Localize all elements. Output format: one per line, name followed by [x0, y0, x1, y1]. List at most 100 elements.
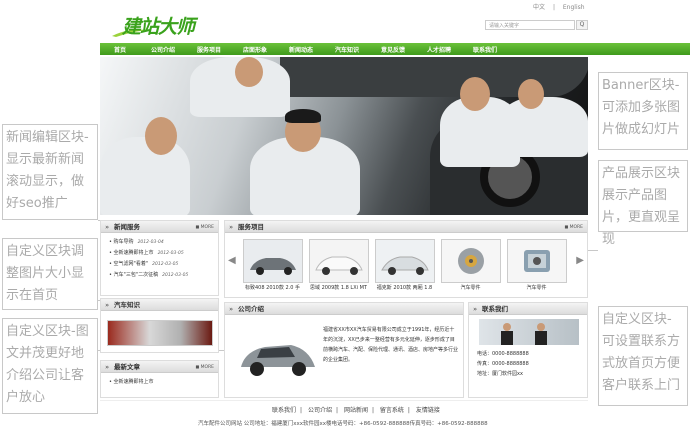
annotation-product: 产品展示区块展示产品图片，更直观呈现 [598, 160, 688, 247]
car-knowledge-panel: 汽车知识 [100, 298, 219, 353]
lang-cn-link[interactable]: 中文 [533, 4, 545, 11]
product-item[interactable]: 汽车零件 [437, 239, 504, 291]
footer-sep: | [335, 407, 339, 414]
carousel-left-arrow-icon[interactable]: ◀ [228, 255, 236, 266]
banner-worker-1-head [145, 117, 177, 155]
search-icon: Q [579, 21, 585, 28]
banner-worker-5 [500, 97, 588, 157]
product-label[interactable]: 思域 2009款 1.8 LXi MT [305, 284, 372, 291]
nav-item-home[interactable]: 首页 [100, 45, 140, 54]
service-items-title: 服务项目 MORE [225, 221, 587, 233]
annotation-connector [588, 250, 598, 251]
news-service-title: 新闻服务 MORE [101, 221, 218, 233]
news-list: 购车导购2012-03-04 全新速腾即将上市2012-03-05 空气滤网"看… [101, 237, 218, 281]
product-item[interactable]: 福克斯 2010款 两厢 1.8 [371, 239, 438, 291]
news-service-title-text: 新闻服务 [114, 223, 140, 231]
service-items-panel: 服务项目 MORE ◀ ▶ 标致408 2010款 2.0 手 思域 2009款… [224, 220, 588, 298]
nav-item-about[interactable]: 公司介绍 [140, 45, 186, 54]
nav-item-services[interactable]: 服务项目 [186, 45, 232, 54]
site-logo[interactable]: 建站大师 [110, 10, 220, 40]
banner-worker-5-head [518, 79, 544, 109]
latest-articles-title: 最新文章 MORE [101, 361, 218, 373]
banner-slideshow[interactable] [100, 57, 588, 215]
nav-item-contact[interactable]: 联系我们 [462, 45, 508, 54]
list-item[interactable]: 汽车"三包"二次征稿2012-03-05 [109, 270, 218, 281]
product-image[interactable] [506, 239, 567, 283]
product-item[interactable]: 汽车零件 [503, 239, 570, 291]
footer-link-about[interactable]: 公司介绍 [308, 407, 332, 414]
car-icon [243, 240, 302, 282]
news-item-text: 购车导购 [113, 239, 134, 245]
services-more-link[interactable]: MORE [565, 221, 583, 234]
banner-worker-1 [100, 137, 190, 215]
logo-text: 建站大师 [122, 16, 195, 38]
product-label[interactable]: 标致408 2010款 2.0 手 [239, 284, 306, 291]
contact-us-title: 联系我们 [469, 303, 587, 315]
articles-more-link[interactable]: MORE [196, 361, 214, 374]
company-intro-title: 公司介绍 [225, 303, 463, 315]
annotation-custom-image: 自定义区块调整图片大小显示在首页 [2, 238, 98, 310]
footer-divider [100, 400, 588, 401]
product-image[interactable] [374, 239, 435, 283]
news-item-text: 全新速腾即将上市 [113, 250, 154, 256]
footer-sep: | [371, 407, 374, 414]
nav-item-feedback[interactable]: 意见反馈 [370, 45, 416, 54]
footer-link-news[interactable]: 网站新闻 [344, 407, 368, 414]
car-part-icon [507, 240, 566, 282]
contact-address: 地址：厦门软件园xx [477, 371, 523, 377]
nav-item-store[interactable]: 店面形象 [232, 45, 278, 54]
footer-link-contact[interactable]: 联系我们 [272, 407, 296, 414]
articles-list: 全新速腾即将上市 [101, 377, 218, 387]
product-item[interactable]: 标致408 2010款 2.0 手 [239, 239, 306, 291]
footer-info: 汽车配件公司网站 公司地址：福建厦门xxx软件园xx楼电话号码：+86-0592… [198, 421, 488, 427]
annotation-news-edit: 新闻编辑区块-显示最新新闻滚动显示，做好seo推广 [2, 124, 98, 220]
main-nav: 首页 公司介绍 服务项目 店面形象 新闻动态 汽车知识 意见反馈 人才招聘 联系… [100, 43, 690, 55]
annotation-custom-contact: 自定义区块-可设置联系方式放首页方便客户联系上门 [598, 306, 688, 406]
list-item[interactable]: 空气滤网"看着"2012-03-05 [109, 259, 218, 270]
list-item[interactable]: 全新速腾即将上市2012-03-05 [109, 248, 218, 259]
contact-fax: 传真：0000-8888888 [477, 361, 529, 367]
product-label[interactable]: 福克斯 2010款 两厢 1.8 [371, 284, 438, 291]
product-image[interactable] [308, 239, 369, 283]
product-label[interactable]: 汽车零件 [503, 284, 570, 291]
car-icon [309, 240, 368, 282]
search-button[interactable]: Q [576, 20, 588, 30]
latest-articles-title-text: 最新文章 [114, 363, 140, 371]
car-knowledge-title: 汽车知识 [101, 299, 218, 311]
footer-link-friends[interactable]: 友情链接 [416, 407, 440, 414]
banner-worker-2-head [235, 57, 263, 87]
product-item[interactable]: 思域 2009款 1.8 LXi MT [305, 239, 372, 291]
contact-us-title-text: 联系我们 [482, 305, 508, 313]
product-label[interactable]: 汽车零件 [437, 284, 504, 291]
nav-item-jobs[interactable]: 人才招聘 [416, 45, 462, 54]
news-service-panel: 新闻服务 MORE 购车导购2012-03-04 全新速腾即将上市2012-03… [100, 220, 219, 296]
language-bar: 中文 | English [530, 2, 588, 11]
product-carousel: 标致408 2010款 2.0 手 思域 2009款 1.8 LXi MT 福克… [239, 239, 569, 291]
nav-item-news[interactable]: 新闻动态 [278, 45, 324, 54]
lang-separator: | [552, 4, 555, 11]
nav-item-knowledge[interactable]: 汽车知识 [324, 45, 370, 54]
footer-link-guestbook[interactable]: 留言系统 [380, 407, 404, 414]
product-image[interactable] [440, 239, 501, 283]
lang-en-link[interactable]: English [563, 4, 585, 11]
contact-phone: 电话：0000-8888888 [477, 351, 529, 357]
car-part-icon [441, 240, 500, 282]
company-intro-title-text: 公司介绍 [238, 305, 264, 313]
news-item-date: 2012-03-04 [137, 240, 164, 245]
list-item[interactable]: 全新速腾即将上市 [109, 377, 218, 387]
annotation-custom-text: 自定义区块-图文并茂更好地介绍公司让客户放心 [2, 318, 98, 414]
footer-sep: | [407, 407, 410, 414]
banner-worker-4-head [460, 77, 490, 111]
news-item-date: 2012-03-05 [157, 251, 184, 256]
car-knowledge-title-text: 汽车知识 [114, 301, 140, 309]
news-item-text: 汽车"三包"二次征稿 [113, 272, 159, 278]
search-input[interactable]: 请输入关键字 [485, 20, 575, 30]
banner-worker-3-hair [285, 109, 321, 123]
company-intro-image[interactable] [235, 327, 319, 383]
list-item[interactable]: 购车导购2012-03-04 [109, 237, 218, 248]
news-more-link[interactable]: MORE [196, 221, 214, 234]
product-image[interactable] [242, 239, 303, 283]
carousel-right-arrow-icon[interactable]: ▶ [576, 255, 584, 266]
footer-links: 联系我们 | 公司介绍 | 网站新闻 | 留言系统 | 友情链接 [270, 405, 442, 414]
car-knowledge-image[interactable] [106, 320, 213, 346]
